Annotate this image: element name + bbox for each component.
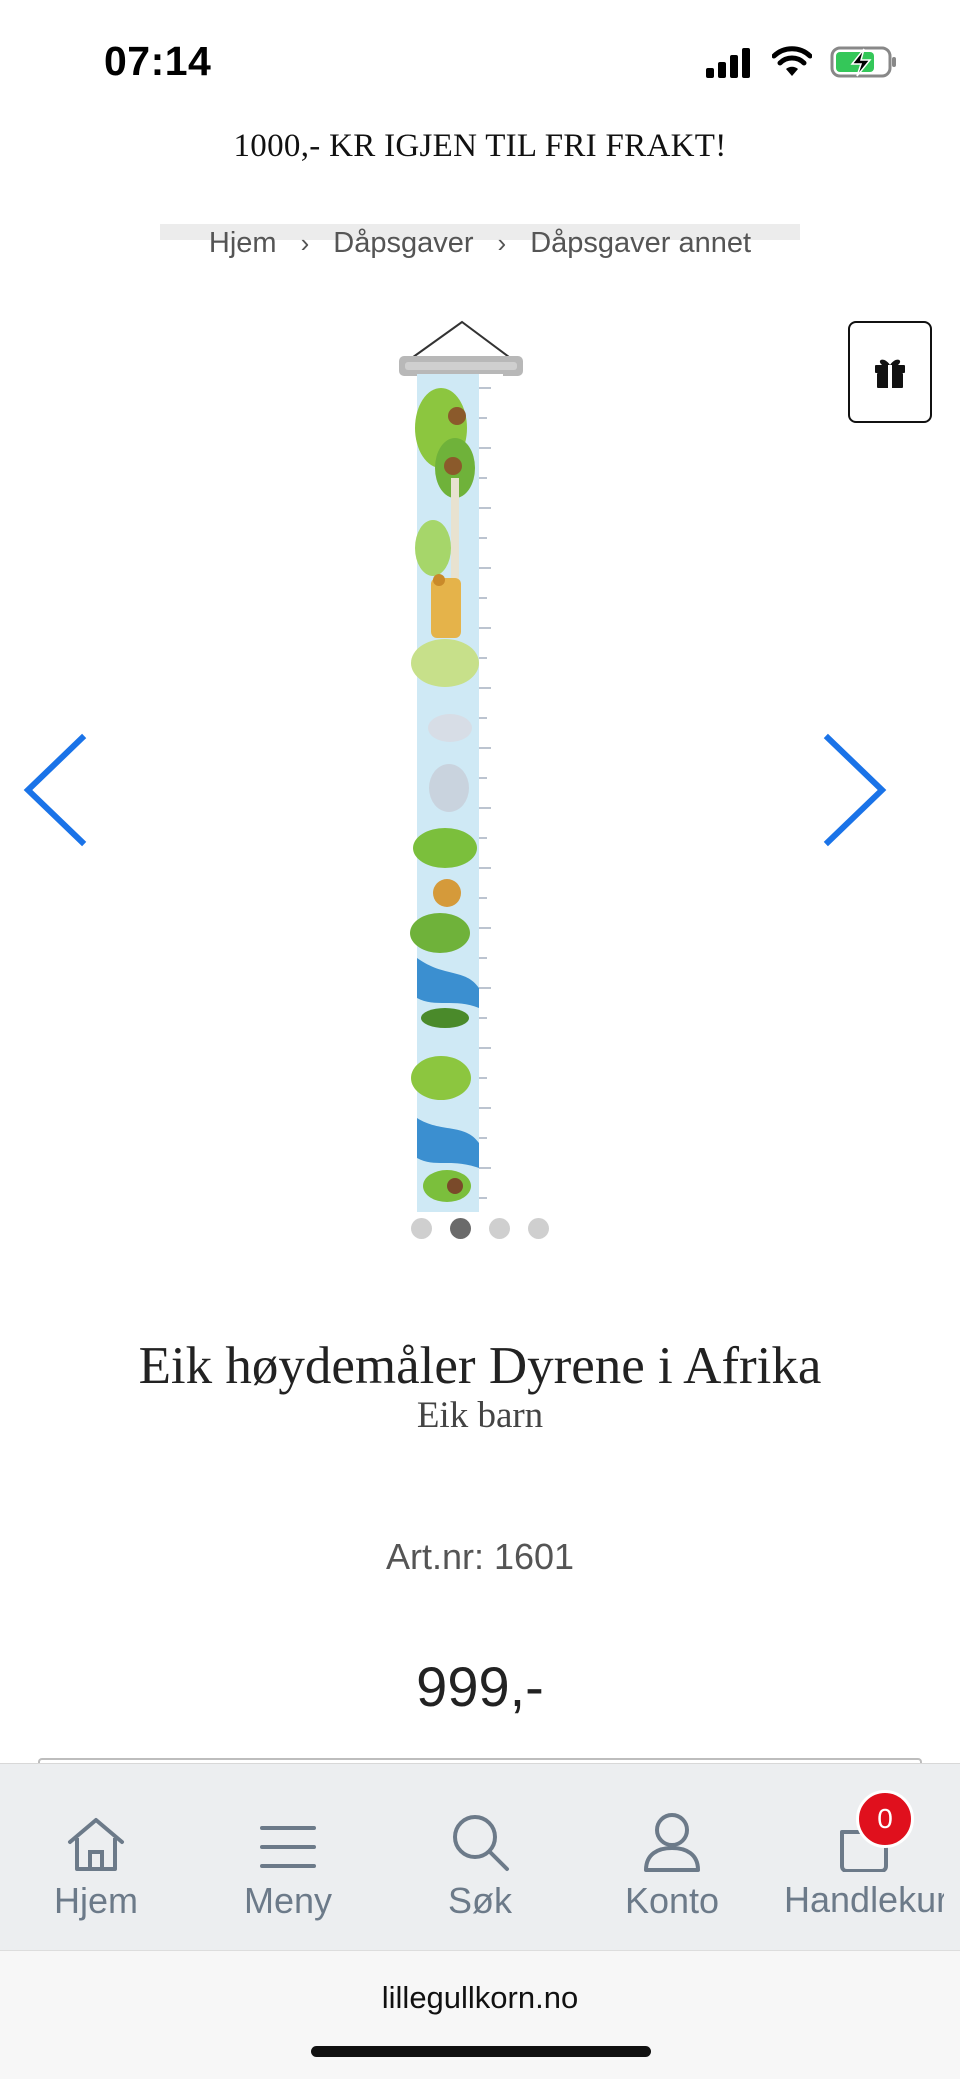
nav-cart-label: Handlekurv bbox=[784, 1880, 944, 1920]
carousel-dot-1[interactable] bbox=[411, 1218, 432, 1239]
chevron-right-icon: › bbox=[300, 228, 310, 258]
nav-search-label: Søk bbox=[447, 1880, 512, 1921]
product-brand[interactable]: Eik barn bbox=[0, 1394, 960, 1437]
chevron-right-icon: › bbox=[497, 228, 507, 258]
article-number-label: Art.nr: bbox=[385, 1536, 484, 1577]
breadcrumb-subcategory[interactable]: Dåpsgaver annet bbox=[530, 226, 751, 260]
chevron-left-icon[interactable] bbox=[20, 730, 90, 850]
gift-wrap-button[interactable] bbox=[848, 321, 932, 423]
browser-url[interactable]: lillegullkorn.no bbox=[0, 1980, 960, 2016]
nav-menu[interactable]: Meny bbox=[192, 1764, 384, 1951]
status-time: 07:14 bbox=[104, 38, 212, 84]
breadcrumb-category[interactable]: Dåpsgaver bbox=[333, 226, 473, 260]
home-icon bbox=[68, 1818, 124, 1871]
carousel-dot-2[interactable] bbox=[450, 1218, 471, 1239]
carousel-dot-4[interactable] bbox=[528, 1218, 549, 1239]
gift-icon bbox=[875, 359, 905, 388]
nav-search[interactable]: Søk bbox=[384, 1764, 576, 1951]
breadcrumb: Hjem › Dåpsgaver › Dåpsgaver annet bbox=[0, 226, 960, 260]
product-image[interactable] bbox=[395, 318, 530, 1218]
article-number-value: 1601 bbox=[493, 1536, 575, 1577]
user-icon bbox=[644, 1813, 700, 1872]
nav-home-label: Hjem bbox=[53, 1880, 138, 1921]
menu-icon bbox=[260, 1826, 316, 1868]
nav-cart[interactable]: Handlekurv 0 bbox=[768, 1764, 960, 1951]
nav-account-label: Konto bbox=[624, 1880, 720, 1921]
search-icon bbox=[453, 1815, 509, 1871]
wifi-icon bbox=[772, 46, 812, 76]
cart-count-badge: 0 bbox=[856, 1790, 914, 1848]
signal-icon bbox=[706, 48, 750, 78]
home-indicator bbox=[311, 2046, 651, 2057]
status-icons bbox=[706, 44, 898, 80]
battery-charging-icon bbox=[830, 46, 896, 78]
article-number: Art.nr: 1601 bbox=[0, 1536, 960, 1578]
breadcrumb-home[interactable]: Hjem bbox=[209, 226, 277, 260]
product-title: Eik høydemåler Dyrene i Afrika bbox=[138, 1337, 822, 1395]
chevron-right-icon[interactable] bbox=[820, 730, 890, 850]
bottom-nav: Hjem Meny Søk Konto Handlekur 0 bbox=[0, 1763, 960, 1951]
carousel-dots bbox=[0, 1218, 960, 1239]
nav-home[interactable]: Hjem bbox=[0, 1764, 192, 1951]
nav-account[interactable]: Konto bbox=[576, 1764, 768, 1951]
free-shipping-banner: 1000,- KR IGJEN TIL FRI FRAKT! bbox=[233, 128, 727, 164]
nav-menu-label: Meny bbox=[243, 1880, 333, 1921]
carousel-dot-3[interactable] bbox=[489, 1218, 510, 1239]
product-price: 999,- bbox=[416, 1655, 544, 1718]
